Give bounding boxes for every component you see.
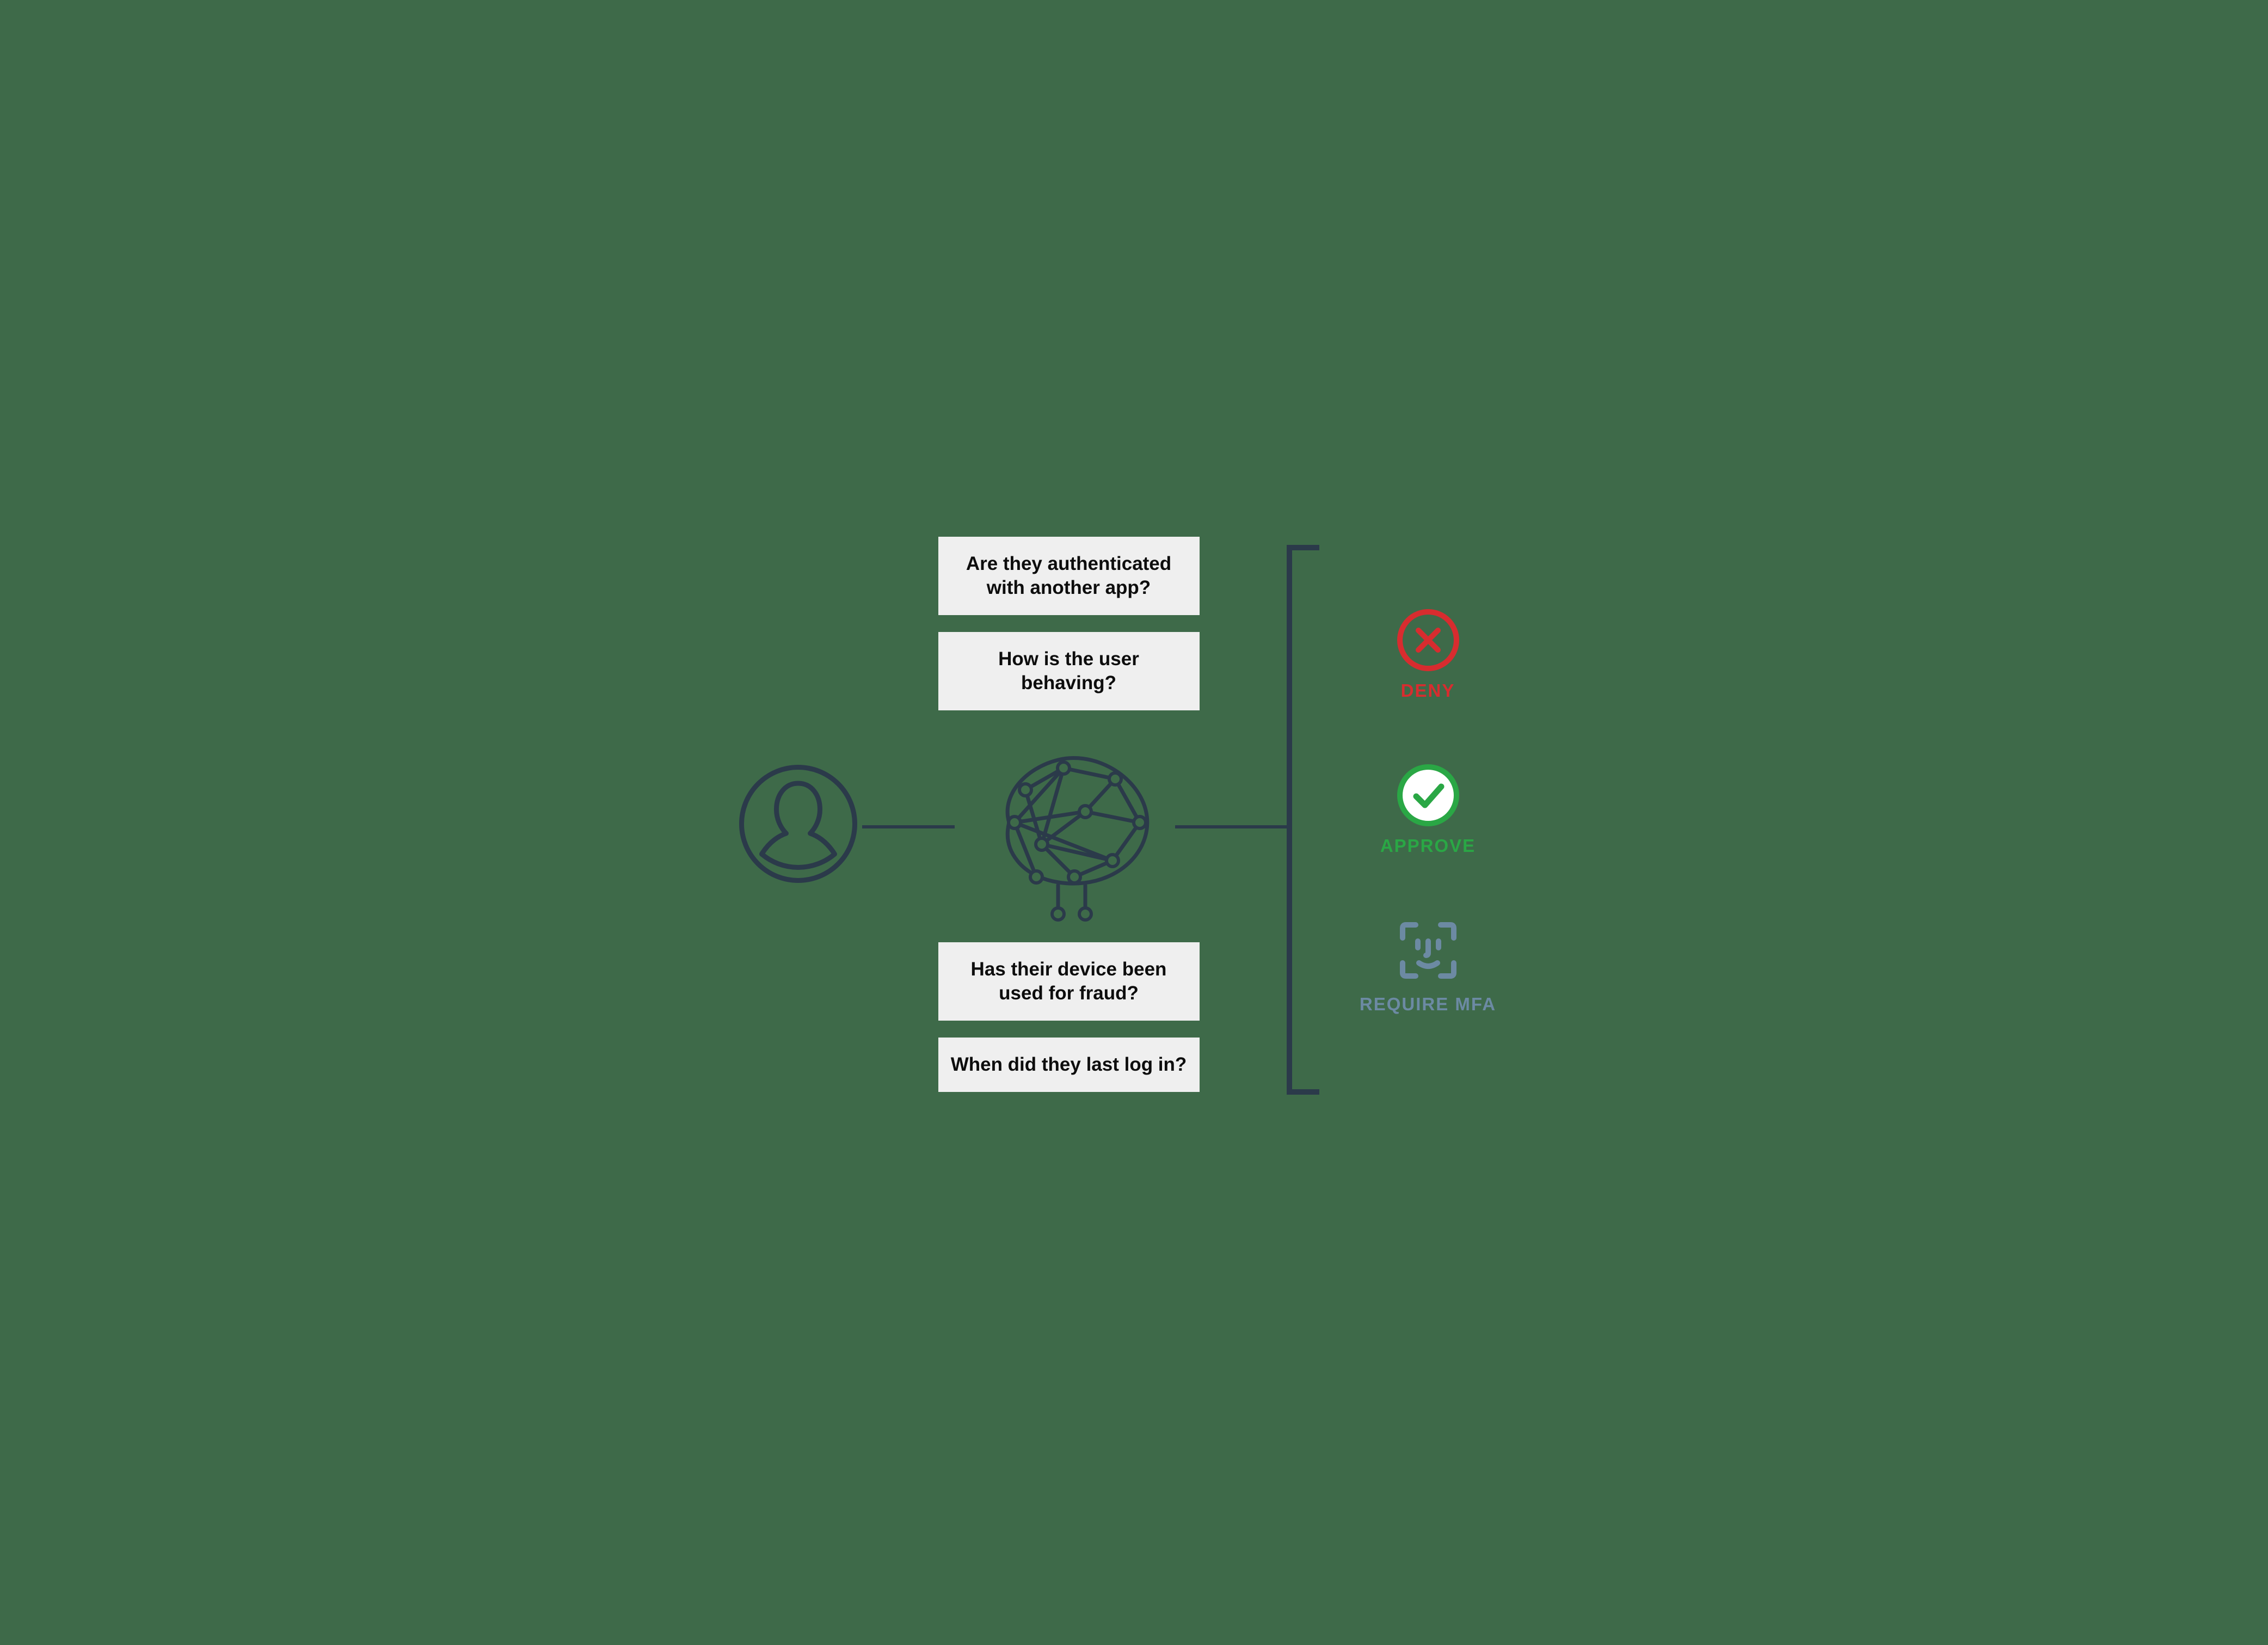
connector-line [862,825,955,828]
outcome-label: DENY [1330,680,1526,701]
auth-decision-diagram: Are they authenticated with another app?… [721,523,1548,1122]
question-text: How is the user behaving? [998,648,1139,693]
neural-net-brain-icon [976,741,1161,929]
question-text: When did they last log in? [951,1054,1187,1075]
question-text: Are they authenticated with another app? [966,553,1171,598]
question-card: When did they last log in? [938,1038,1200,1092]
x-circle-icon [1396,607,1461,673]
outcome-approve: APPROVE [1330,763,1526,856]
user-circle-icon [737,763,859,888]
outcome-label: APPROVE [1330,836,1526,856]
outcome-label: REQUIRE MFA [1330,993,1526,1015]
connector-line [1175,825,1287,828]
question-card: Has their device been used for fraud? [938,942,1200,1021]
check-circle-filled-icon [1396,763,1461,828]
outcome-deny: DENY [1330,607,1526,701]
outcome-mfa: REQUIRE MFA [1330,915,1526,1015]
question-card: How is the user behaving? [938,632,1200,710]
question-card: Are they authenticated with another app? [938,537,1200,615]
question-text: Has their device been used for fraud? [971,959,1167,1004]
decision-bracket [1287,545,1319,1095]
face-id-icon [1393,915,1464,986]
